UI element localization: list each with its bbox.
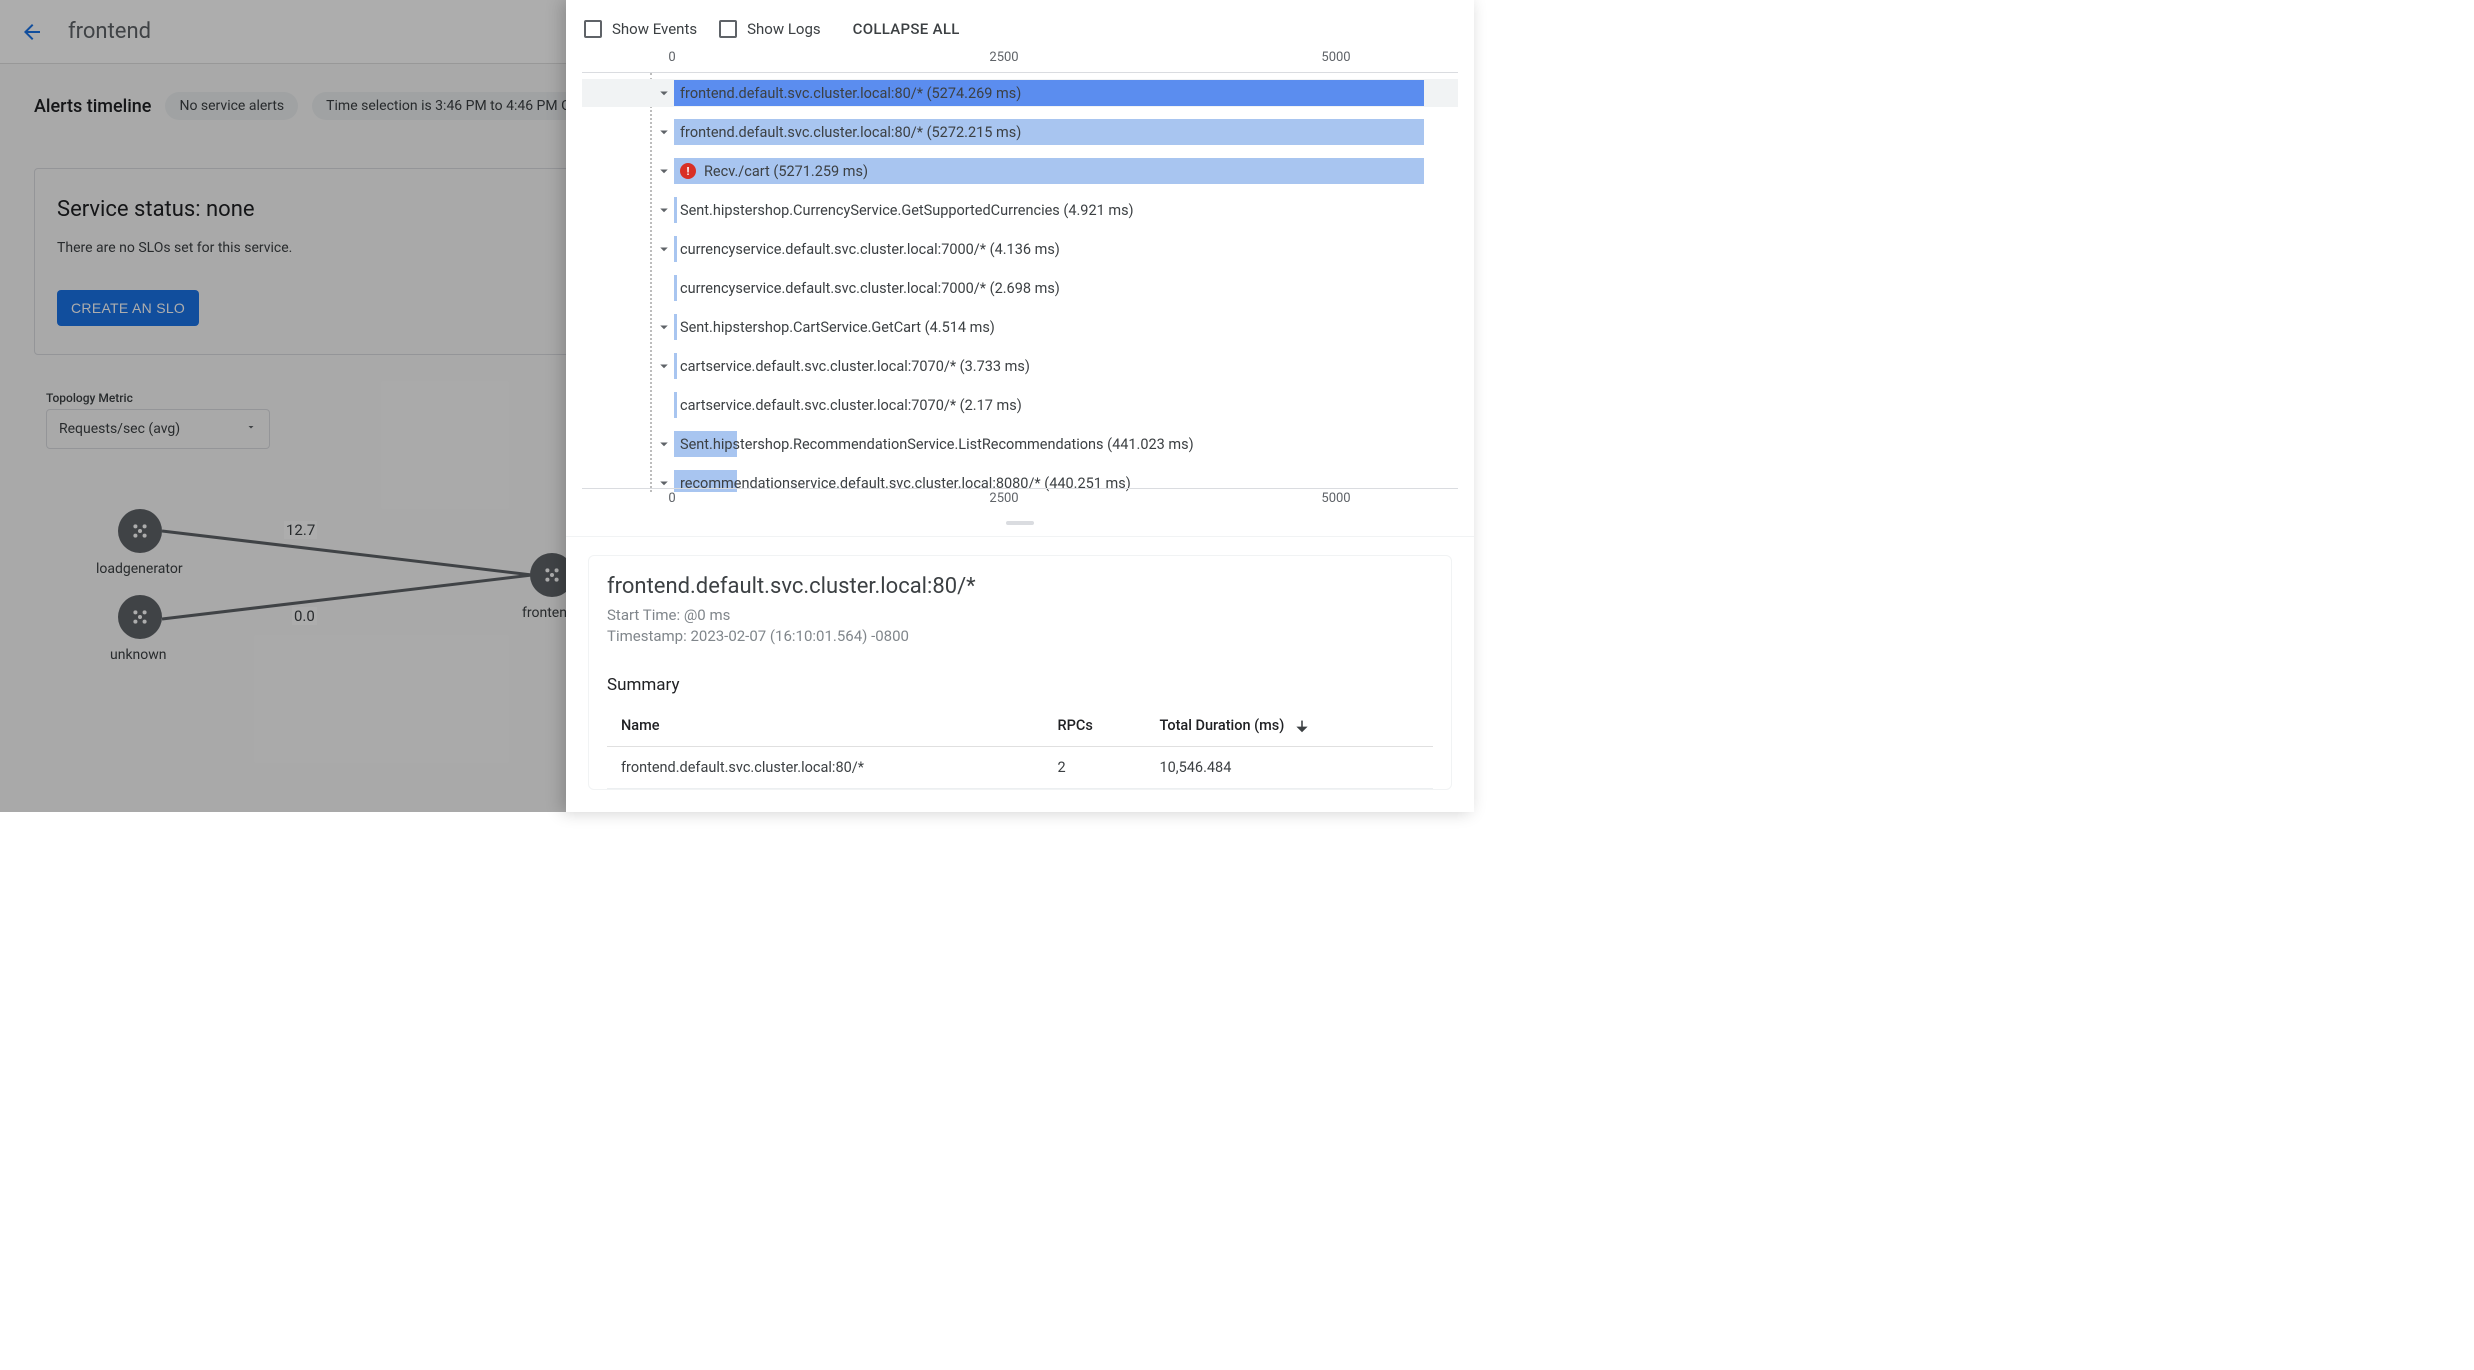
show-events-label: Show Events (612, 20, 697, 38)
axis-tick: 2500 (989, 491, 1018, 506)
span-label: cartservice.default.svc.cluster.local:70… (680, 392, 1022, 418)
trace-toolbar: Show Events Show Logs COLLAPSE ALL (566, 0, 1474, 50)
span-details: frontend.default.svc.cluster.local:80/* … (566, 536, 1474, 812)
node-unknown[interactable] (118, 595, 162, 639)
chevron-down-icon[interactable] (654, 122, 674, 142)
trace-span-row[interactable]: currencyservice.default.svc.cluster.loca… (582, 274, 1458, 302)
page-title: frontend (68, 19, 151, 44)
span-label: Sent.hipstershop.CurrencyService.GetSupp… (680, 197, 1134, 223)
timeline-axis-top: 0 2500 5000 (582, 50, 1458, 72)
checkbox-icon (719, 20, 737, 38)
trace-spans[interactable]: frontend.default.svc.cluster.local:80/* … (582, 72, 1458, 492)
trace-span-row[interactable]: Sent.hipstershop.RecommendationService.L… (582, 430, 1458, 458)
span-label: Sent.hipstershop.RecommendationService.L… (680, 431, 1194, 457)
trace-span-row[interactable]: frontend.default.svc.cluster.local:80/* … (582, 79, 1458, 107)
summary-row[interactable]: frontend.default.svc.cluster.local:80/*2… (607, 747, 1433, 789)
caret-down-icon (245, 421, 257, 437)
checkbox-icon (584, 20, 602, 38)
chevron-down-icon[interactable] (654, 200, 674, 220)
trace-panel: Show Events Show Logs COLLAPSE ALL 02500… (566, 0, 1474, 812)
node-label-unknown: unknown (110, 647, 167, 663)
chevron-down-icon[interactable] (654, 239, 674, 259)
edge-label-unknown: 0.0 (292, 607, 317, 625)
show-events-checkbox[interactable]: Show Events (584, 20, 697, 38)
span-label: Sent.hipstershop.CartService.GetCart (4.… (680, 314, 995, 340)
axis-tick: 5000 (1321, 50, 1350, 65)
time-selection-chip[interactable]: Time selection is 3:46 PM to 4:46 PM G (312, 92, 584, 120)
span-label: frontend.default.svc.cluster.local:80/* … (680, 119, 1021, 145)
trace-span-row[interactable]: currencyservice.default.svc.cluster.loca… (582, 235, 1458, 263)
col-total-duration[interactable]: Total Duration (ms) (1145, 705, 1433, 747)
summary-heading: Summary (607, 675, 1433, 695)
span-bar (674, 197, 677, 223)
trace-span-row[interactable]: Sent.hipstershop.CurrencyService.GetSupp… (582, 196, 1458, 224)
axis-tick: 2500 (989, 50, 1018, 65)
error-icon: ! (680, 163, 696, 179)
collapse-all-button[interactable]: COLLAPSE ALL (853, 20, 960, 38)
axis-tick: 0 (668, 50, 675, 65)
axis-tick: 5000 (1321, 491, 1350, 506)
back-arrow-icon[interactable] (20, 20, 44, 44)
summary-cell-total: 10,546.484 (1145, 747, 1433, 789)
col-name[interactable]: Name (607, 705, 1044, 747)
chevron-down-icon[interactable] (654, 161, 674, 181)
alerts-title: Alerts timeline (34, 96, 151, 117)
trace-span-row[interactable]: frontend.default.svc.cluster.local:80/* … (582, 118, 1458, 146)
trace-span-row[interactable]: Sent.hipstershop.CartService.GetCart (4.… (582, 313, 1458, 341)
chevron-down-icon[interactable] (654, 356, 674, 376)
span-label: currencyservice.default.svc.cluster.loca… (680, 275, 1060, 301)
sort-desc-icon (1294, 717, 1310, 734)
span-bar (674, 275, 677, 301)
chevron-down-icon[interactable] (654, 434, 674, 454)
summary-cell-rpcs: 2 (1044, 747, 1146, 789)
no-alerts-chip[interactable]: No service alerts (165, 92, 298, 120)
node-loadgenerator[interactable] (118, 509, 162, 553)
detail-span-title: frontend.default.svc.cluster.local:80/* (607, 574, 1433, 599)
span-bar (674, 236, 677, 262)
panel-resize-handle[interactable] (566, 510, 1474, 536)
timeline-axis-bottom: 0 2500 5000 (582, 488, 1458, 510)
span-label: cartservice.default.svc.cluster.local:70… (680, 353, 1030, 379)
summary-cell-name: frontend.default.svc.cluster.local:80/* (607, 747, 1044, 789)
trace-span-row[interactable]: cartservice.default.svc.cluster.local:70… (582, 391, 1458, 419)
edge-label-lg: 12.7 (284, 521, 317, 539)
span-bar (674, 353, 677, 379)
show-logs-label: Show Logs (747, 20, 821, 38)
chevron-down-icon[interactable] (654, 83, 674, 103)
topology-metric-select[interactable]: Requests/sec (avg) (46, 409, 270, 449)
topology-metric-value: Requests/sec (avg) (59, 421, 180, 437)
create-slo-button[interactable]: CREATE AN SLO (57, 290, 199, 326)
axis-tick: 0 (668, 491, 675, 506)
chevron-down-icon[interactable] (654, 317, 674, 337)
span-bar (674, 392, 677, 418)
col-rpcs[interactable]: RPCs (1044, 705, 1146, 747)
summary-table: Name RPCs Total Duration (ms) frontend.d… (607, 705, 1433, 789)
show-logs-checkbox[interactable]: Show Logs (719, 20, 821, 38)
node-label-loadgenerator: loadgenerator (96, 561, 183, 577)
trace-span-row[interactable]: cartservice.default.svc.cluster.local:70… (582, 352, 1458, 380)
span-bar (674, 314, 677, 340)
detail-start-time: Start Time: @0 ms (607, 605, 1433, 626)
span-label: currencyservice.default.svc.cluster.loca… (680, 236, 1060, 262)
trace-span-row[interactable]: !Recv./cart (5271.259 ms) (582, 157, 1458, 185)
span-label: frontend.default.svc.cluster.local:80/* … (680, 80, 1021, 106)
span-label: !Recv./cart (5271.259 ms) (680, 158, 868, 184)
detail-timestamp: Timestamp: 2023-02-07 (16:10:01.564) -08… (607, 626, 1433, 647)
